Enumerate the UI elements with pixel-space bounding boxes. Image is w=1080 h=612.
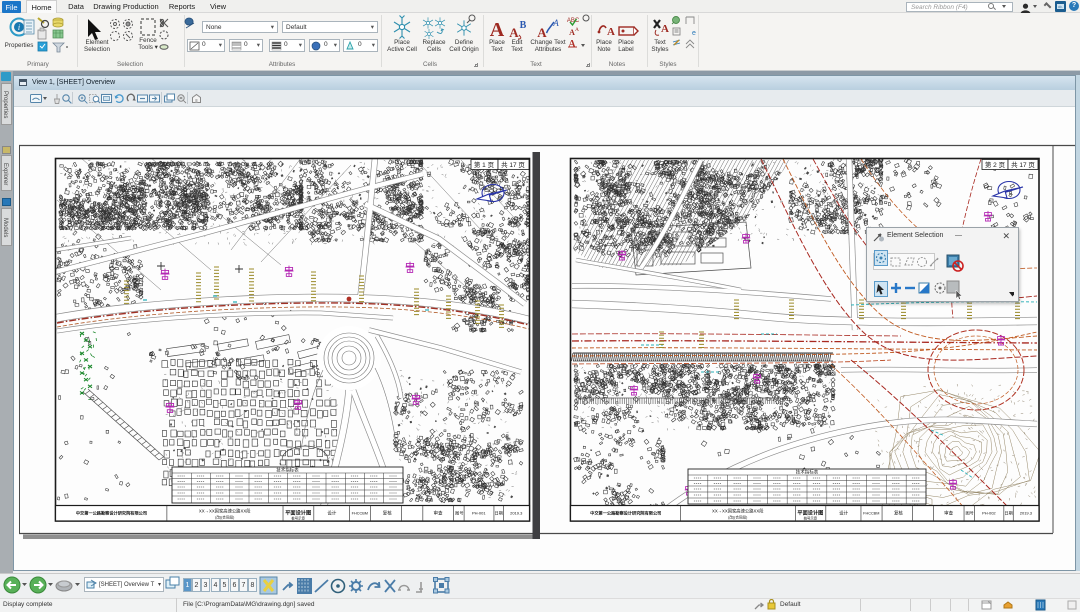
- svg-text:XX→XX国家高速公路XX段: XX→XX国家高速公路XX段: [199, 508, 251, 515]
- svg-text:2019.3: 2019.3: [1020, 511, 1033, 516]
- svg-text:(改)(合同段): (改)(合同段): [215, 515, 234, 520]
- svg-text:设计: 设计: [327, 510, 336, 517]
- svg-text:(改)(合同段): (改)(合同段): [728, 515, 747, 520]
- svg-text:设计: 设计: [839, 510, 848, 517]
- svg-text:PH-002: PH-002: [982, 511, 996, 516]
- svg-text:中交第一公路勘察设计研究院有限公司: 中交第一公路勘察设计研究院有限公司: [590, 510, 661, 517]
- svg-text:平面设计图: 平面设计图: [285, 509, 311, 517]
- svg-text:第 2 页: 第 2 页: [985, 160, 1006, 169]
- svg-text:技术指标表: 技术指标表: [276, 467, 299, 474]
- svg-text:FHCCBM: FHCCBM: [352, 512, 368, 516]
- svg-text:B: B: [520, 20, 527, 31]
- svg-text:A: A: [575, 27, 579, 33]
- svg-text:共 17 页: 共 17 页: [1011, 160, 1035, 169]
- svg-text:A: A: [552, 18, 559, 28]
- svg-text:i: i: [18, 23, 20, 32]
- svg-text:A: A: [490, 19, 505, 41]
- svg-text:XX→XX国家高速公路XX段: XX→XX国家高速公路XX段: [712, 508, 764, 515]
- svg-text:复核: 复核: [383, 510, 392, 517]
- svg-text:中交第一公路勘察设计研究院有限公司: 中交第一公路勘察设计研究院有限公司: [76, 510, 147, 517]
- svg-text:审查: 审查: [944, 510, 953, 517]
- svg-text:第 1 页: 第 1 页: [474, 160, 495, 169]
- svg-text:PH-001: PH-001: [472, 511, 486, 516]
- svg-text:e: e: [692, 30, 696, 37]
- svg-text:桩号示意: 桩号示意: [804, 516, 818, 521]
- svg-text:A: A: [509, 25, 519, 40]
- svg-text:A: A: [661, 23, 669, 35]
- svg-text:审查: 审查: [434, 510, 443, 517]
- svg-text:2019.3: 2019.3: [510, 511, 523, 516]
- svg-text:FHCCBM: FHCCBM: [863, 512, 879, 516]
- svg-text:平面设计图: 平面设计图: [797, 509, 823, 517]
- svg-text:A: A: [537, 25, 547, 40]
- svg-text:桩号示意: 桩号示意: [291, 516, 305, 521]
- svg-text:复核: 复核: [894, 510, 903, 517]
- svg-text:A: A: [607, 26, 615, 38]
- svg-text:共 17 页: 共 17 页: [501, 160, 525, 169]
- svg-text:技术指标表: 技术指标表: [796, 469, 819, 476]
